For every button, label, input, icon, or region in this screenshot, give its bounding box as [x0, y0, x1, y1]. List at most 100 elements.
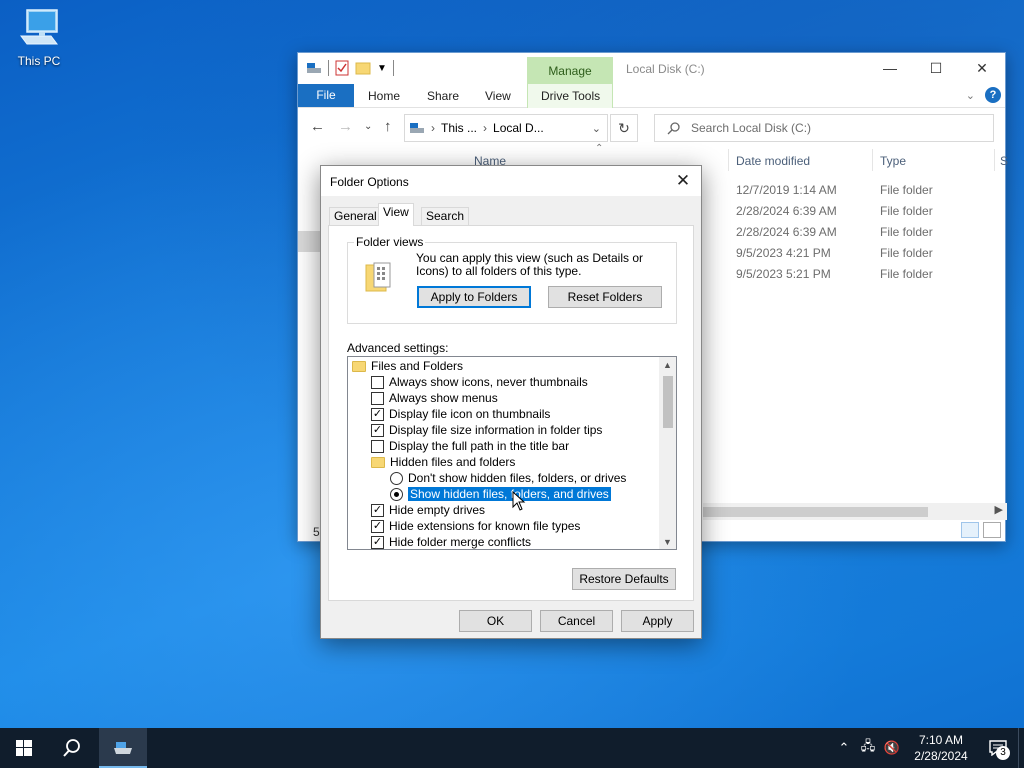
- back-arrow-icon[interactable]: ←: [310, 118, 325, 135]
- tree-item-hide-extensions[interactable]: ✓ Hide extensions for known file types: [371, 518, 580, 534]
- column-header-type[interactable]: Type: [880, 154, 906, 168]
- tree-item-hide-merge-conflicts[interactable]: ✓ Hide folder merge conflicts: [371, 534, 531, 549]
- tree-item-show-hidden[interactable]: Show hidden files, folders, and drives: [390, 486, 612, 502]
- apply-button[interactable]: Apply: [621, 610, 694, 632]
- table-row[interactable]: 2/28/2024 6:39 AM File folder: [703, 201, 1003, 222]
- refresh-icon[interactable]: ↻: [610, 114, 638, 142]
- minimize-icon[interactable]: —: [867, 53, 913, 83]
- scrollbar-thumb[interactable]: [663, 376, 673, 428]
- customize-toolbar-icon[interactable]: ▼: [377, 63, 387, 74]
- row-type: File folder: [880, 267, 933, 281]
- restore-defaults-button[interactable]: Restore Defaults: [572, 568, 676, 590]
- dialog-title-bar[interactable]: Folder Options ✕: [321, 166, 701, 196]
- tree-item-dont-show-hidden[interactable]: Don't show hidden files, folders, or dri…: [390, 470, 626, 486]
- scroll-down-icon[interactable]: ▼: [659, 537, 676, 547]
- column-header-size[interactable]: S: [1000, 154, 1008, 168]
- tree-item-display-file-size[interactable]: ✓ Display file size information in folde…: [371, 422, 602, 438]
- tab-drive-tools[interactable]: Drive Tools: [541, 84, 600, 107]
- show-hidden-icons-icon[interactable]: ⌃: [832, 740, 856, 756]
- checkbox[interactable]: [371, 375, 384, 389]
- table-row[interactable]: 12/7/2019 1:14 AM File folder: [703, 180, 1003, 201]
- start-button[interactable]: [0, 728, 48, 768]
- action-center-button[interactable]: 3: [978, 728, 1018, 768]
- show-desktop-button[interactable]: [1018, 728, 1024, 768]
- search-button[interactable]: [48, 728, 96, 768]
- tree-item-label-selected: Show hidden files, folders, and drives: [407, 486, 612, 502]
- scroll-up-icon[interactable]: ▲: [659, 360, 676, 370]
- row-date: 12/7/2019 1:14 AM: [736, 183, 837, 197]
- scrollbar-thumb[interactable]: [703, 507, 928, 517]
- checkbox-checked[interactable]: ✓: [371, 535, 384, 549]
- table-row[interactable]: 9/5/2023 4:21 PM File folder: [703, 243, 1003, 264]
- apply-to-folders-button[interactable]: Apply to Folders: [417, 286, 531, 308]
- manage-contextual-tab[interactable]: Manage: [527, 57, 613, 85]
- column-header-date-modified[interactable]: Date modified: [736, 154, 810, 168]
- tree-item-label: Always show icons, never thumbnails: [389, 375, 588, 389]
- explorer-title-bar[interactable]: ▼ Manage Local Disk (C:) — ☐ ✕: [298, 53, 1005, 85]
- properties-icon[interactable]: [335, 60, 349, 76]
- checkbox[interactable]: [371, 439, 384, 453]
- ok-button[interactable]: OK: [459, 610, 532, 632]
- checkbox-checked[interactable]: ✓: [371, 503, 384, 517]
- tree-item-display-full-path[interactable]: Display the full path in the title bar: [371, 438, 569, 454]
- checkbox-checked[interactable]: ✓: [371, 423, 384, 437]
- checkbox-checked[interactable]: ✓: [371, 407, 384, 421]
- new-folder-icon[interactable]: [355, 61, 371, 75]
- horizontal-scrollbar[interactable]: ▶: [703, 503, 1007, 520]
- close-icon[interactable]: ✕: [673, 171, 693, 191]
- nav-pane-selection[interactable]: [298, 231, 322, 252]
- tree-item-display-file-icon[interactable]: ✓ Display file icon on thumbnails: [371, 406, 550, 422]
- column-divider[interactable]: [728, 149, 729, 171]
- address-dropdown-icon[interactable]: ⌄: [592, 122, 601, 135]
- reset-folders-button[interactable]: Reset Folders: [548, 286, 662, 308]
- radio-button[interactable]: [390, 471, 403, 485]
- table-row[interactable]: 9/5/2023 5:21 PM File folder: [703, 264, 1003, 285]
- details-view-icon[interactable]: [961, 522, 979, 538]
- scroll-right-icon[interactable]: ▶: [995, 503, 1003, 516]
- this-pc-label: This PC: [17, 54, 61, 68]
- close-icon[interactable]: ✕: [959, 53, 1005, 83]
- tree-item-hidden-files-folders[interactable]: Hidden files and folders: [371, 454, 515, 470]
- breadcrumb-local-disk[interactable]: Local D...: [493, 121, 544, 135]
- forward-arrow-icon[interactable]: →: [338, 118, 353, 135]
- vertical-scrollbar[interactable]: ▲ ▼: [659, 357, 676, 549]
- tab-share[interactable]: Share: [427, 84, 459, 107]
- advanced-settings-tree[interactable]: Files and Folders Always show icons, nev…: [347, 356, 677, 550]
- up-arrow-icon[interactable]: ↑: [384, 118, 392, 135]
- column-divider[interactable]: [994, 149, 995, 171]
- breadcrumb-this-pc[interactable]: This ...: [441, 121, 477, 135]
- checkbox[interactable]: [371, 391, 384, 405]
- tree-item-always-show-menus[interactable]: Always show menus: [371, 390, 498, 406]
- network-icon[interactable]: 🖧: [856, 737, 880, 759]
- tab-view[interactable]: View: [485, 84, 511, 107]
- taskbar-file-explorer[interactable]: [99, 728, 147, 768]
- table-row[interactable]: 2/28/2024 6:39 AM File folder: [703, 222, 1003, 243]
- large-icons-view-icon[interactable]: [983, 522, 1001, 538]
- tab-search[interactable]: Search: [421, 207, 470, 225]
- recent-locations-icon[interactable]: ⌄: [364, 121, 372, 132]
- radio-button-selected[interactable]: [390, 487, 403, 501]
- maximize-icon[interactable]: ☐: [913, 53, 959, 83]
- clock-date: 2/28/2024: [914, 749, 968, 763]
- address-box[interactable]: › This ... › Local D... ⌄: [404, 114, 608, 142]
- tab-general[interactable]: General: [329, 207, 382, 225]
- ribbon-tabs: File Home Share View Drive Tools ⌄ ?: [298, 84, 1005, 108]
- this-pc-desktop-icon[interactable]: This PC: [10, 8, 68, 68]
- checkbox-checked[interactable]: ✓: [371, 519, 384, 533]
- tab-home[interactable]: Home: [368, 84, 400, 107]
- folder-options-dialog[interactable]: Folder Options ✕ General View Search Fol…: [320, 165, 702, 639]
- tree-item-hide-empty-drives[interactable]: ✓ Hide empty drives: [371, 502, 485, 518]
- help-icon[interactable]: ?: [985, 87, 1001, 103]
- tree-item-always-show-icons[interactable]: Always show icons, never thumbnails: [371, 374, 588, 390]
- address-bar-row: ← → ⌄ ↑ › This ... › Local D... ⌄ ↻ Sear…: [298, 110, 1005, 146]
- expand-ribbon-icon[interactable]: ⌄: [966, 89, 975, 102]
- search-input[interactable]: Search Local Disk (C:): [654, 114, 994, 142]
- tree-item-files-and-folders[interactable]: Files and Folders: [352, 358, 463, 374]
- tab-file[interactable]: File: [298, 84, 354, 107]
- tab-view[interactable]: View: [378, 203, 414, 226]
- clock[interactable]: 7:10 AM 2/28/2024: [904, 732, 978, 764]
- row-type: File folder: [880, 225, 933, 239]
- column-divider[interactable]: [872, 149, 873, 171]
- volume-muted-icon[interactable]: 🔇: [880, 740, 904, 756]
- cancel-button[interactable]: Cancel: [540, 610, 613, 632]
